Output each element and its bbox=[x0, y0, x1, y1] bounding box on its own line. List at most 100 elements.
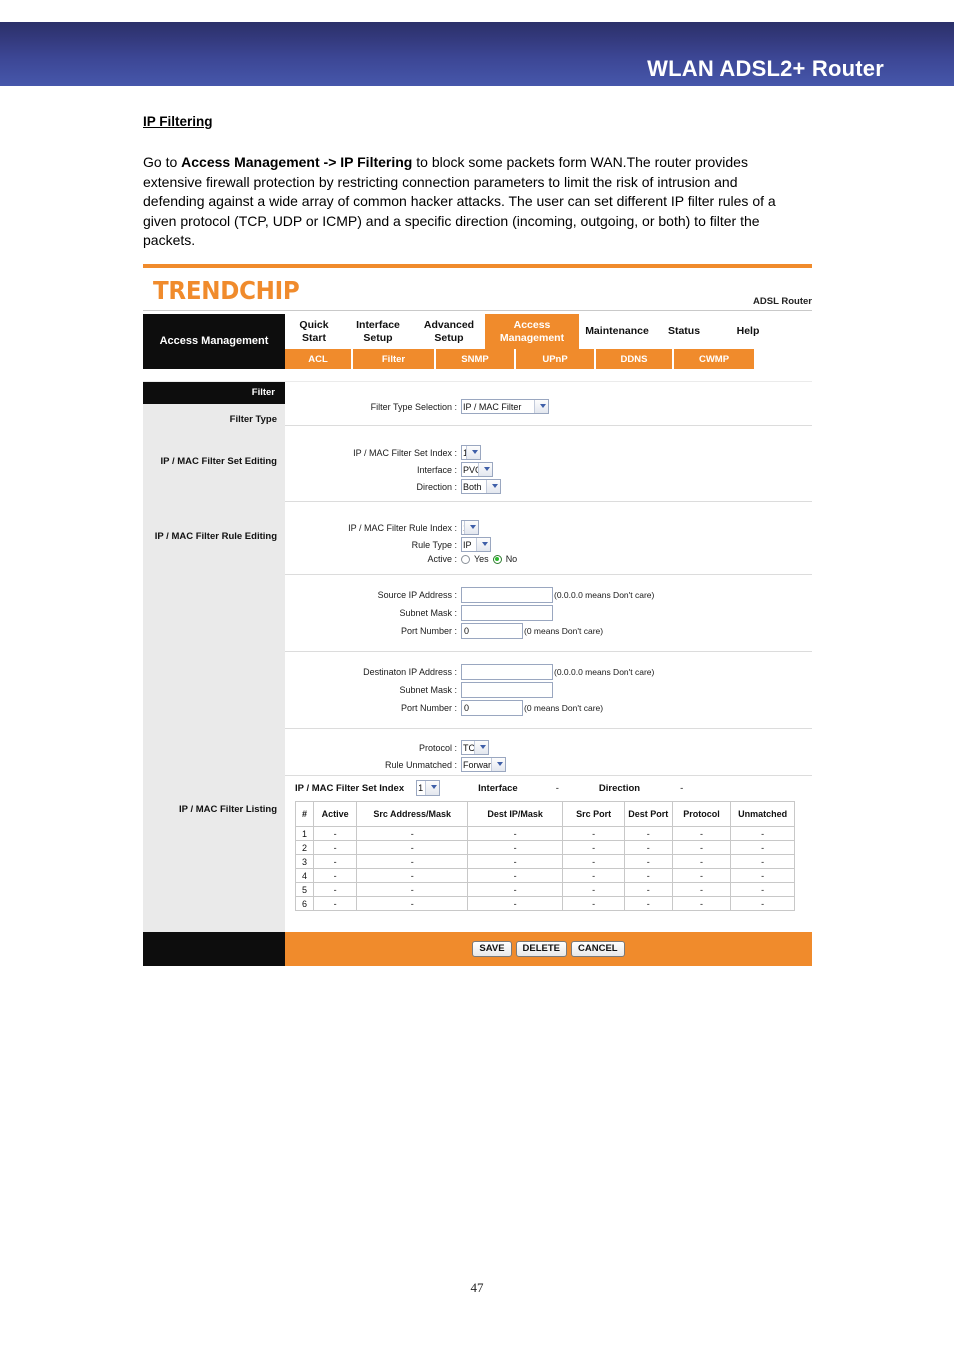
section-body: Go to Access Management -> IP Filtering … bbox=[143, 153, 798, 251]
nav-tab-maintenance[interactable]: Maintenance bbox=[579, 314, 655, 349]
nav-tab-quick-start[interactable]: Quick Start bbox=[285, 314, 343, 349]
nav-subtab-filter[interactable]: Filter bbox=[353, 349, 436, 369]
section-protocol: Protocol : TCPUDPICMP Rule Unmatched : F… bbox=[285, 728, 812, 775]
section-heading: IP Filtering bbox=[143, 114, 213, 129]
table-cell: - bbox=[730, 854, 795, 869]
listing-interface-label: Interface bbox=[478, 782, 518, 794]
table-cell: - bbox=[730, 882, 795, 897]
label-interface: Interface : bbox=[416, 464, 457, 475]
save-button[interactable]: SAVE bbox=[472, 941, 512, 957]
nav-tab-label: Help bbox=[736, 325, 760, 338]
field-interface: Interface : PVC0PVC1PVC2PVC3PVC4PVC5PVC6… bbox=[285, 462, 812, 477]
nav-tab-label: Interface Setup bbox=[356, 319, 400, 344]
table-body: 1-------2-------3-------4-------5-------… bbox=[295, 826, 795, 911]
table-cell: - bbox=[730, 868, 795, 883]
nav-body-gap bbox=[143, 369, 812, 382]
field-source-port: Port Number : (0 means Don't care) bbox=[285, 623, 812, 639]
filter-type-selection-select[interactable]: IP / MAC FilterApplication FilterURL Fil… bbox=[461, 399, 549, 414]
table-cell: - bbox=[730, 826, 795, 841]
hint-dest-port: (0 means Don't care) bbox=[524, 703, 604, 713]
select-wrap-set-index: 123456789101112 bbox=[461, 445, 481, 460]
field-protocol: Protocol : TCPUDPICMP bbox=[285, 740, 812, 755]
dest-port-input[interactable] bbox=[461, 700, 523, 716]
table-cell: - bbox=[356, 854, 469, 869]
nav-tab-status[interactable]: Status bbox=[655, 314, 713, 349]
nav-subtab-ddns[interactable]: DDNS bbox=[596, 349, 674, 369]
label-set-index: IP / MAC Filter Set Index : bbox=[353, 447, 457, 458]
nav-subtab-snmp[interactable]: SNMP bbox=[436, 349, 516, 369]
source-ip-input[interactable] bbox=[461, 587, 553, 603]
table-cell: - bbox=[312, 854, 358, 869]
rule-index-select[interactable]: 123456 bbox=[461, 520, 479, 535]
footer-action-bar: SAVE DELETE CANCEL bbox=[285, 932, 812, 966]
table-cell: - bbox=[467, 896, 564, 911]
cancel-button[interactable]: CANCEL bbox=[571, 941, 625, 957]
sidebar-label-set-editing: IP / MAC Filter Set Editing bbox=[160, 456, 277, 467]
protocol-select[interactable]: TCPUDPICMP bbox=[461, 740, 489, 755]
delete-button[interactable]: DELETE bbox=[515, 941, 568, 957]
rule-unmatched-select[interactable]: ForwardNext rule bbox=[461, 757, 506, 772]
set-index-select[interactable]: 123456789101112 bbox=[461, 445, 481, 460]
hint-source-port: (0 means Don't care) bbox=[524, 626, 604, 636]
field-dest-port: Port Number : (0 means Don't care) bbox=[285, 700, 812, 716]
direction-select[interactable]: BothIncomingOutgoing bbox=[461, 479, 501, 494]
active-no-radio[interactable] bbox=[492, 554, 502, 564]
field-rule-type: Rule Type : IPMAC bbox=[285, 537, 812, 552]
dest-subnet-mask-input[interactable] bbox=[461, 682, 553, 698]
nav-tab-help[interactable]: Help bbox=[713, 314, 783, 349]
nav-tab-interface-setup[interactable]: Interface Setup bbox=[343, 314, 413, 349]
table-cell: - bbox=[623, 826, 673, 841]
section-filter-type: Filter Type Selection : IP / MAC FilterA… bbox=[285, 382, 812, 425]
sidebar-label-rule-editing: IP / MAC Filter Rule Editing bbox=[154, 531, 277, 542]
field-direction: Direction : BothIncomingOutgoing bbox=[285, 479, 812, 494]
ui-body: Filter Filter Type IP / MAC Filter Set E… bbox=[143, 382, 812, 932]
table-column-header: Src Port bbox=[562, 801, 625, 827]
nav-subtab-acl[interactable]: ACL bbox=[285, 349, 353, 369]
nav-tab-access-management[interactable]: Access Management bbox=[485, 314, 579, 349]
field-active: Active : Yes No bbox=[285, 554, 812, 564]
nav-subtab-label: Filter bbox=[381, 353, 406, 365]
source-subnet-mask-input[interactable] bbox=[461, 605, 553, 621]
table-cell: - bbox=[356, 882, 469, 897]
table-cell: - bbox=[623, 840, 673, 855]
dest-ip-input[interactable] bbox=[461, 664, 553, 680]
table-cell: - bbox=[562, 882, 625, 897]
table-column-header: Protocol bbox=[671, 801, 732, 827]
table-cell: 2 bbox=[295, 840, 314, 855]
select-wrap-rule-index: 123456 bbox=[461, 520, 479, 535]
table-cell: - bbox=[562, 826, 625, 841]
nav-subtab-label: ACL bbox=[308, 353, 328, 365]
select-wrap-rule-type: IPMAC bbox=[461, 537, 491, 552]
ui-main-panel: Filter Type Selection : IP / MAC FilterA… bbox=[285, 382, 812, 932]
active-radio-group: Yes No bbox=[461, 554, 517, 564]
table-column-header: Unmatched bbox=[730, 801, 795, 827]
interface-select[interactable]: PVC0PVC1PVC2PVC3PVC4PVC5PVC6PVC7 bbox=[461, 462, 493, 477]
table-column-header: Dest Port bbox=[623, 801, 673, 827]
active-yes-radio[interactable] bbox=[461, 554, 470, 564]
field-source-mask: Subnet Mask : bbox=[285, 605, 812, 621]
nav-subtab-label: SNMP bbox=[461, 353, 489, 365]
nav-subtab-cwmp[interactable]: CWMP bbox=[674, 349, 754, 369]
table-cell: - bbox=[671, 868, 732, 883]
active-no-label: No bbox=[505, 554, 518, 564]
nav-subtab-label: CWMP bbox=[698, 353, 730, 365]
listing-set-index-select[interactable]: 123456789101112 bbox=[416, 780, 441, 796]
page-number: 47 bbox=[470, 1280, 484, 1295]
source-port-input[interactable] bbox=[461, 623, 523, 639]
table-cell: - bbox=[467, 840, 564, 855]
ui-footer: SAVE DELETE CANCEL bbox=[143, 932, 812, 966]
listing-direction-value: - bbox=[680, 782, 684, 794]
field-dest-ip: Destinaton IP Address : (0.0.0.0 means D… bbox=[285, 664, 812, 680]
navigation: Access Management Quick Start Interface S… bbox=[143, 314, 812, 369]
table-cell: - bbox=[467, 882, 564, 897]
rule-type-select[interactable]: IPMAC bbox=[461, 537, 491, 552]
table-row: 3------- bbox=[295, 854, 795, 869]
nav-subtab-upnp[interactable]: UPnP bbox=[516, 349, 596, 369]
table-cell: - bbox=[356, 896, 469, 911]
nav-subtab-label: UPnP bbox=[542, 353, 568, 365]
select-wrap-listing-set-index: 123456789101112 bbox=[416, 780, 441, 796]
table-row: 2------- bbox=[295, 840, 795, 855]
table-cell: - bbox=[356, 826, 469, 841]
page-banner-title: WLAN ADSL2+ Router bbox=[647, 56, 884, 81]
nav-tab-advanced-setup[interactable]: Advanced Setup bbox=[413, 314, 485, 349]
